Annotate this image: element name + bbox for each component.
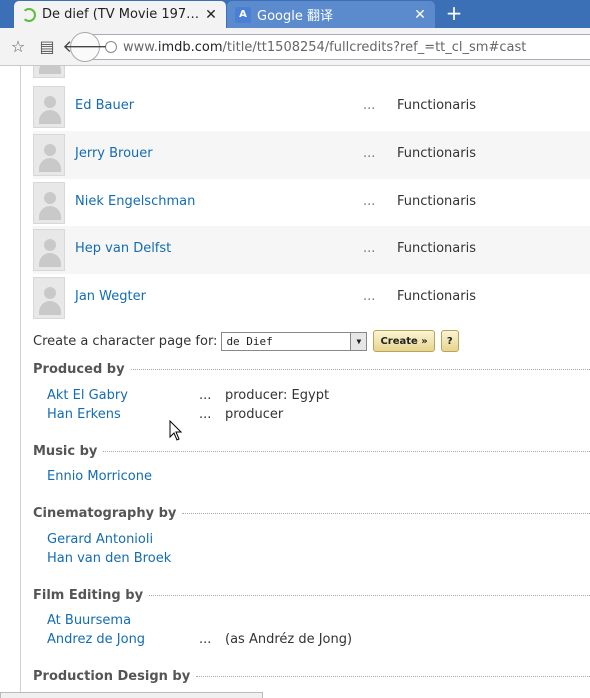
ellipsis: ... (363, 289, 376, 304)
credit-role: producer: Egypt (225, 388, 330, 403)
back-button[interactable]: 🡐 (62, 32, 108, 62)
section-title: Music by (33, 444, 98, 459)
avatar[interactable] (33, 66, 65, 78)
character-name: Functionaris (397, 289, 476, 304)
help-button[interactable]: ? (440, 330, 459, 352)
ellipsis: ... (363, 146, 376, 161)
section-title: Produced by (33, 362, 125, 377)
ellipsis: ... (363, 194, 376, 209)
google-translate-icon: A (235, 6, 251, 23)
table-row: Niek Engelschman ... Functionaris (33, 179, 590, 227)
left-divider (20, 66, 21, 698)
list-item: Han Erkens ... producer (47, 407, 590, 426)
list-item: Andrez de Jong ... (as Andréz de Jong) (47, 632, 590, 651)
avatar[interactable] (33, 86, 65, 128)
dropdown-arrow-icon[interactable]: ▼ (350, 332, 367, 350)
table-row: Ed Bauer ... Functionaris (33, 83, 590, 131)
character-name: Functionaris (397, 194, 476, 209)
tab-imdb[interactable]: De dief (TV Movie 1974) ... ✕ (14, 1, 226, 28)
status-bar (0, 692, 263, 698)
list-item: Akt El Gabry ... producer: Egypt (47, 388, 590, 407)
credit-role: producer (225, 407, 284, 422)
ellipsis: ... (363, 241, 376, 256)
crew-name-link[interactable]: Han Erkens (47, 407, 121, 422)
url-host: imdb.com (157, 39, 223, 55)
character-name: Functionaris (397, 146, 476, 161)
create-button[interactable]: Create » (373, 330, 435, 352)
character-name: Functionaris (397, 241, 476, 256)
close-tab-icon[interactable]: ✕ (413, 7, 427, 23)
url-prefix: www. (123, 39, 158, 55)
section-heading-music: Music by (33, 444, 590, 459)
tab-title: De dief (TV Movie 1974) ... (42, 7, 204, 22)
avatar[interactable] (33, 229, 65, 271)
table-row (33, 66, 590, 81)
section-heading-produced: Produced by (33, 362, 590, 377)
character-select-value: de Dief (226, 334, 273, 348)
mouse-cursor-icon (169, 420, 183, 441)
avatar[interactable] (33, 182, 65, 224)
page-content: Ed Bauer ... Functionaris Jerry Brouer .… (0, 66, 590, 698)
cast-name-link[interactable]: Jan Wegter (75, 289, 146, 304)
table-row: Hep van Delfst ... Functionaris (33, 226, 590, 274)
cast-name-link[interactable]: Jerry Brouer (75, 146, 153, 161)
tab-google-translate[interactable]: A Google 翻译 ✕ (227, 1, 435, 28)
ellipsis: ... (199, 388, 212, 403)
section-heading-design: Production Design by (33, 669, 590, 684)
reader-list-icon[interactable]: ▤ (38, 38, 56, 56)
back-arrow-icon: 🡐 (62, 37, 108, 57)
close-tab-icon[interactable]: ✕ (204, 7, 218, 23)
section-heading-editing: Film Editing by (33, 588, 590, 603)
list-item: Gerard Antonioli (47, 532, 590, 551)
list-item: Ennio Morricone (47, 469, 590, 488)
new-tab-button[interactable]: + (444, 3, 464, 24)
cast-name-link[interactable]: Niek Engelschman (75, 194, 195, 209)
avatar[interactable] (33, 134, 65, 176)
address-bar[interactable]: www. imdb.com/title/tt1508254/fullcredits… (88, 34, 590, 60)
section-title: Film Editing by (33, 588, 144, 603)
list-item: At Buursema (47, 613, 590, 632)
avatar[interactable] (33, 277, 65, 319)
crew-name-link[interactable]: Gerard Antonioli (47, 532, 153, 547)
browser-toolbar: ☆ ▤ www. imdb.com/title/tt1508254/fullcre… (0, 28, 590, 66)
ellipsis: ... (199, 407, 212, 422)
section-title: Cinematography by (33, 506, 177, 521)
character-select[interactable]: de Dief ▼ (221, 331, 368, 351)
crew-name-link[interactable]: Han van den Broek (47, 551, 171, 566)
url-path: /title/tt1508254/fullcredits?ref_=tt_cl_… (222, 39, 527, 55)
section-title: Production Design by (33, 669, 191, 684)
table-row: Jerry Brouer ... Functionaris (33, 131, 590, 179)
crew-name-link[interactable]: Akt El Gabry (47, 388, 128, 403)
ellipsis: ... (199, 632, 212, 647)
section-heading-cinematography: Cinematography by (33, 506, 590, 521)
crew-name-link[interactable]: Ennio Morricone (47, 469, 152, 484)
ellipsis: ... (363, 98, 376, 113)
bookmark-star-icon[interactable]: ☆ (9, 38, 27, 56)
credit-role: (as Andréz de Jong) (225, 632, 353, 647)
crew-name-link[interactable]: At Buursema (47, 613, 131, 628)
tab-title: Google 翻译 (257, 9, 333, 24)
character-name: Functionaris (397, 98, 476, 113)
list-item: Han van den Broek (47, 551, 590, 570)
crew-name-link[interactable]: Andrez de Jong (47, 632, 145, 647)
tab-bar: De dief (TV Movie 1974) ... ✕ A Google 翻… (0, 0, 590, 28)
table-row: Jan Wegter ... Functionaris (33, 274, 590, 322)
character-page-form: Create a character page for: de Dief ▼ C… (33, 330, 459, 352)
cast-name-link[interactable]: Hep van Delfst (75, 241, 171, 256)
loading-icon (22, 7, 36, 22)
character-page-label: Create a character page for: (33, 333, 218, 349)
cast-name-link[interactable]: Ed Bauer (75, 98, 134, 113)
